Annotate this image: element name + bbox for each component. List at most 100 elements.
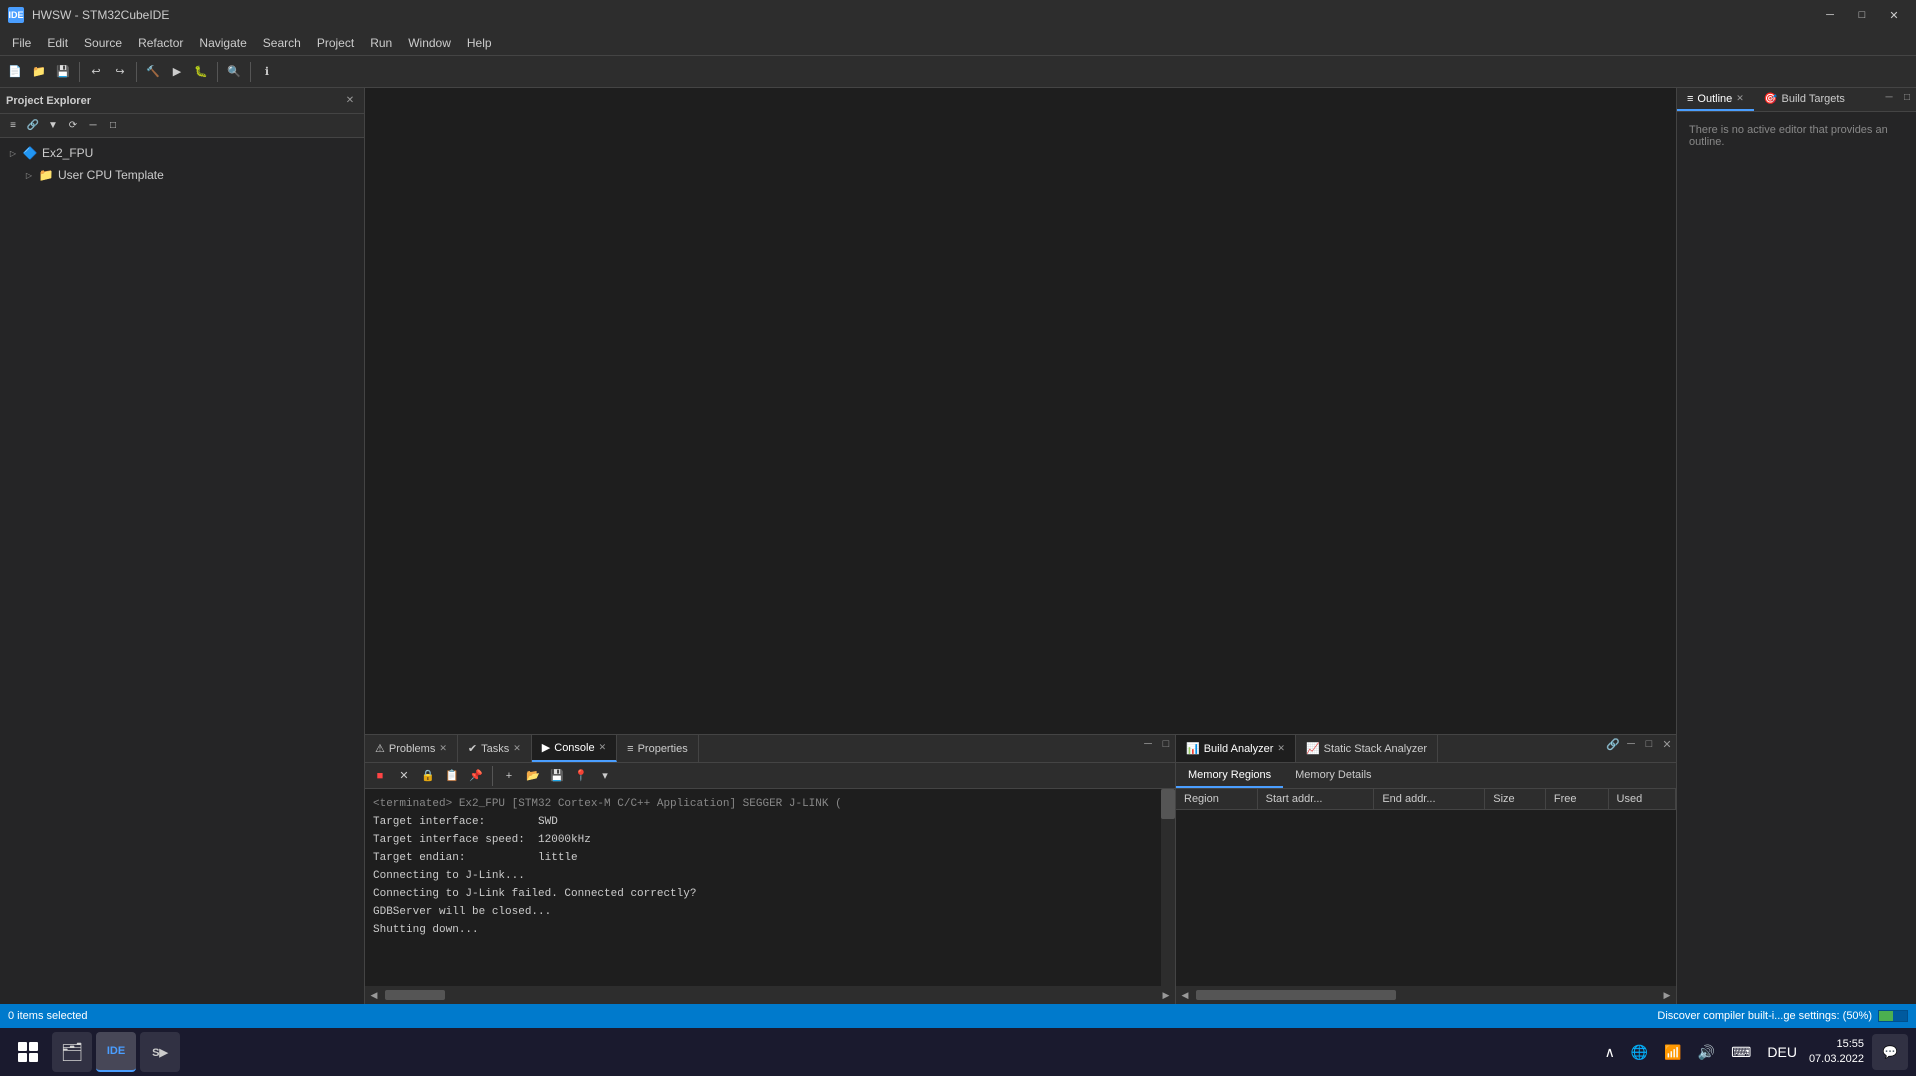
info-btn[interactable]: ℹ: [256, 61, 278, 83]
project-explorer-close[interactable]: ✕: [342, 93, 358, 109]
tab-tasks[interactable]: ✔ Tasks ✕: [458, 735, 532, 762]
analyzer-maximize-btn[interactable]: □: [1640, 735, 1658, 753]
open-btn[interactable]: 📁: [28, 61, 50, 83]
console-maximize-btn[interactable]: □: [1157, 735, 1175, 753]
taskbar-language-icon[interactable]: DEU: [1763, 1040, 1801, 1064]
taskbar-keyboard-icon[interactable]: ⌨: [1727, 1040, 1755, 1065]
menu-search[interactable]: Search: [255, 33, 309, 53]
filter-btn[interactable]: ▼: [44, 117, 62, 135]
minimize-button[interactable]: ─: [1816, 4, 1844, 26]
editor-area[interactable]: [365, 88, 1676, 734]
new-console-btn[interactable]: +: [498, 765, 520, 787]
scroll-lock-btn[interactable]: 🔒: [417, 765, 439, 787]
analyzer-minimize-btn[interactable]: ─: [1622, 735, 1640, 753]
tree-item-usercpu[interactable]: ▷ 📁 User CPU Template: [0, 164, 364, 186]
menu-file[interactable]: File: [4, 33, 39, 53]
h-scrollbar[interactable]: [385, 990, 1155, 1000]
menu-window[interactable]: Window: [400, 33, 459, 53]
static-stack-icon: 📈: [1306, 742, 1320, 755]
h-scroll-left[interactable]: ◀: [365, 986, 383, 1004]
taskbar-chevron-icon[interactable]: ∧: [1601, 1040, 1619, 1065]
menu-run[interactable]: Run: [362, 33, 400, 53]
new-btn[interactable]: 📄: [4, 61, 26, 83]
search-toolbar-btn[interactable]: 🔍: [223, 61, 245, 83]
tab-properties[interactable]: ≡ Properties: [617, 735, 699, 762]
tab-build-analyzer[interactable]: 📊 Build Analyzer ✕: [1176, 735, 1296, 762]
col-free: Free: [1545, 789, 1608, 810]
tab-problems[interactable]: ⚠ Problems ✕: [365, 735, 458, 762]
console-minimize-btn[interactable]: ─: [1139, 735, 1157, 753]
menu-project[interactable]: Project: [309, 33, 362, 53]
copy-output-btn[interactable]: 📋: [441, 765, 463, 787]
problems-tab-close[interactable]: ✕: [439, 743, 447, 754]
open-file-btn[interactable]: 📂: [522, 765, 544, 787]
save-btn[interactable]: 💾: [52, 61, 74, 83]
console-line-5: Connecting to J-Link failed. Connected c…: [373, 885, 1167, 903]
menu-help[interactable]: Help: [459, 33, 500, 53]
analyzer-link-btn[interactable]: 🔗: [1604, 735, 1622, 753]
analyzer-h-scroll-left[interactable]: ◀: [1176, 986, 1194, 1004]
taskbar-notification-icon[interactable]: 💬: [1872, 1034, 1908, 1070]
tab-build-targets[interactable]: 🎯 Build Targets: [1754, 88, 1855, 111]
outline-maximize-btn[interactable]: □: [1898, 88, 1916, 106]
taskbar-wifi-icon[interactable]: 📶: [1660, 1040, 1685, 1065]
minimize-view-btn[interactable]: ─: [84, 117, 102, 135]
outline-tab-close[interactable]: ✕: [1736, 93, 1744, 104]
build-btn[interactable]: 🔨: [142, 61, 164, 83]
taskbar-clock[interactable]: 15:55 07.03.2022: [1809, 1037, 1864, 1068]
taskbar-speaker-icon[interactable]: 🔊: [1694, 1040, 1719, 1065]
tab-static-stack[interactable]: 📈 Static Stack Analyzer: [1296, 735, 1438, 762]
paste-btn[interactable]: 📌: [465, 765, 487, 787]
taskbar-stm32cubeide[interactable]: IDE: [96, 1032, 136, 1072]
analyzer-h-scrollbar[interactable]: [1196, 990, 1656, 1000]
tab-outline[interactable]: ≡ Outline ✕: [1677, 88, 1754, 111]
collapse-all-btn[interactable]: ≡: [4, 117, 22, 135]
outline-tab-label: Outline: [1697, 93, 1732, 105]
analyzer-h-scroll-thumb[interactable]: [1196, 990, 1396, 1000]
taskbar-network-icon[interactable]: 🌐: [1627, 1040, 1652, 1065]
menu-refactor[interactable]: Refactor: [130, 33, 191, 53]
h-scroll-thumb[interactable]: [385, 990, 445, 1000]
right-panel-tabs: ≡ Outline ✕ 🎯 Build Targets ─ □: [1677, 88, 1916, 112]
clear-btn[interactable]: ✕: [393, 765, 415, 787]
console-tabs: ⚠ Problems ✕ ✔ Tasks ✕ ▶ Console ✕: [365, 735, 1175, 763]
console-line-1: Target interface speed: 12000kHz: [373, 831, 1167, 849]
menu-edit[interactable]: Edit: [39, 33, 76, 53]
h-scroll-right[interactable]: ▶: [1157, 986, 1175, 1004]
menu-navigate[interactable]: Navigate: [191, 33, 254, 53]
main-layout: Project Explorer ✕ ≡ 🔗 ▼ ⟳ ─ □ ▷ 🔷 Ex2_F…: [0, 88, 1916, 1004]
console-tab-close[interactable]: ✕: [599, 742, 607, 753]
tasks-tab-close[interactable]: ✕: [513, 743, 521, 754]
memory-tabs: Memory Regions Memory Details: [1176, 763, 1676, 789]
build-analyzer-tab-close[interactable]: ✕: [1277, 743, 1285, 754]
analyzer-h-scroll-right[interactable]: ▶: [1658, 986, 1676, 1004]
tree-item-ex2fpu[interactable]: ▷ 🔷 Ex2_FPU: [0, 142, 364, 164]
maximize-button[interactable]: □: [1848, 4, 1876, 26]
dropdown-btn[interactable]: ▾: [594, 765, 616, 787]
window-controls: ─ □ ✕: [1816, 4, 1908, 26]
col-end-addr: End addr...: [1374, 789, 1485, 810]
taskbar-segger[interactable]: S▶: [140, 1032, 180, 1072]
save-output-btn[interactable]: 💾: [546, 765, 568, 787]
start-button[interactable]: [8, 1032, 48, 1072]
taskbar-file-explorer[interactable]: 🗂: [52, 1032, 92, 1072]
pin-btn[interactable]: 📍: [570, 765, 592, 787]
analyzer-close-btn[interactable]: ✕: [1658, 735, 1676, 753]
tab-memory-regions[interactable]: Memory Regions: [1176, 763, 1283, 788]
debug-btn[interactable]: 🐛: [190, 61, 212, 83]
sync-btn[interactable]: ⟳: [64, 117, 82, 135]
outline-minimize-btn[interactable]: ─: [1880, 88, 1898, 106]
console-vscrollbar[interactable]: [1161, 789, 1175, 986]
tab-memory-details[interactable]: Memory Details: [1283, 763, 1383, 788]
console-vscroll-thumb[interactable]: [1161, 789, 1175, 819]
run-btn[interactable]: ▶: [166, 61, 188, 83]
menu-source[interactable]: Source: [76, 33, 130, 53]
maximize-view-btn[interactable]: □: [104, 117, 122, 135]
progress-bar-container: [1878, 1010, 1908, 1022]
close-button[interactable]: ✕: [1880, 4, 1908, 26]
undo-btn[interactable]: ↩: [85, 61, 107, 83]
link-editor-btn[interactable]: 🔗: [24, 117, 42, 135]
tab-console[interactable]: ▶ Console ✕: [532, 735, 617, 762]
redo-btn[interactable]: ↪: [109, 61, 131, 83]
stop-btn[interactable]: ■: [369, 765, 391, 787]
